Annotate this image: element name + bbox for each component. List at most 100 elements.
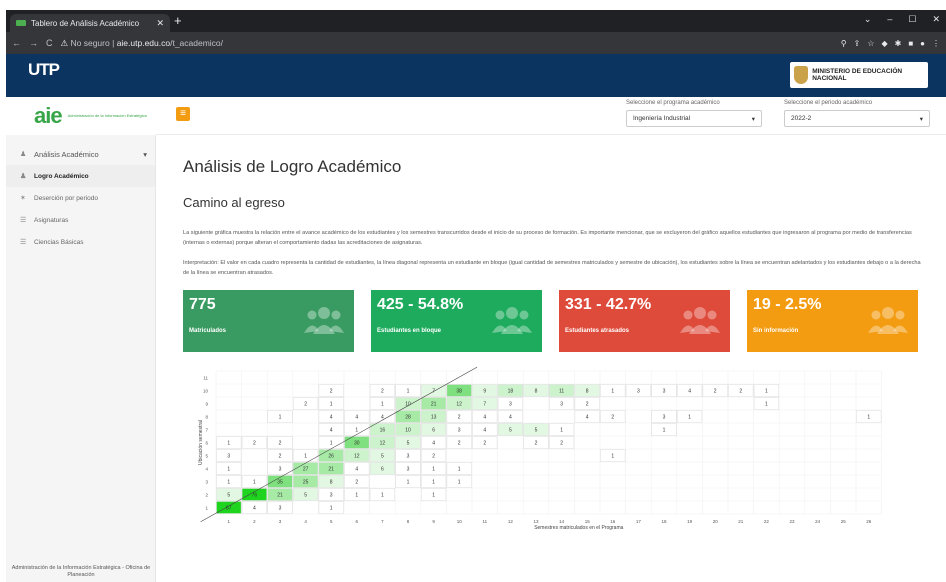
reload-icon[interactable]: C — [46, 38, 53, 48]
maximize-icon[interactable]: ☐ — [908, 14, 916, 25]
cell-label: 4 — [509, 415, 512, 421]
zoom-icon[interactable]: ⚲ — [841, 39, 847, 48]
coat-of-arms-icon — [794, 66, 809, 84]
cell-label: 3 — [509, 402, 512, 408]
url-field[interactable]: ⚠ No seguro | aie.utp.edu.co/t_academico… — [61, 38, 833, 49]
interpretation-text: Interpretación: El valor en cada cuadro … — [183, 260, 921, 276]
menu-toggle-button[interactable]: ≡ — [176, 107, 190, 121]
star-icon[interactable]: ☆ — [867, 39, 874, 48]
x-tick-label: 12 — [508, 519, 514, 524]
card-matriculados: 775 Matriculados — [183, 290, 354, 352]
x-tick-label: 20 — [713, 519, 719, 524]
x-axis-label: Semestres matriculados en el Programa — [534, 525, 623, 531]
sidebar-item-logro-academico[interactable]: ♟ Logro Académico — [6, 165, 155, 187]
cell-label: 1 — [227, 467, 230, 473]
cell-label: 3 — [407, 454, 410, 460]
sidebar-footer: Administración de la Información Estraté… — [11, 564, 151, 579]
x-tick-label: 25 — [841, 519, 847, 524]
walking-icon: ✶ — [20, 195, 26, 202]
back-icon[interactable]: ← — [12, 38, 21, 48]
cell-label: 21 — [277, 493, 283, 499]
share-icon[interactable]: ⇪ — [854, 39, 861, 48]
minimize-icon[interactable]: – — [887, 14, 892, 25]
cell-label: 2 — [253, 441, 256, 447]
cell-label: 1 — [611, 389, 614, 395]
cell-label: 2 — [611, 415, 614, 421]
cell-label: 4 — [330, 428, 333, 434]
cell-label: 2 — [279, 441, 282, 447]
ministerio-logo: MINISTERIO DE EDUCACIÓN NACIONAL — [790, 62, 928, 88]
extensions-area: ⚲ ⇪ ☆ ◆ ✱ ■ ● ⋮ — [841, 39, 940, 48]
profile-icon[interactable]: ● — [920, 39, 925, 48]
cell-label: 8 — [535, 389, 538, 395]
x-tick-label: 19 — [687, 519, 693, 524]
cell-label: 5 — [381, 454, 384, 460]
cell-label: 1 — [330, 506, 333, 512]
user-icon: ♟ — [20, 151, 27, 158]
cell-label: 7 — [483, 402, 486, 408]
menu-icon[interactable]: ⋮ — [932, 39, 940, 48]
sidebar: ♟ Análisis Académico ▾ ♟ Logro Académico ✶ D… — [6, 135, 156, 582]
cell-label: 8 — [330, 480, 333, 486]
forward-icon[interactable]: → — [29, 38, 38, 48]
card-en-bloque: 425 - 54.8% Estudiantes en bloque — [371, 290, 542, 352]
period-label: Seleccione el periodo académico — [784, 100, 873, 106]
y-tick-label: 9 — [205, 402, 208, 407]
period-select[interactable]: 2022-2 ▾ — [784, 110, 930, 127]
aie-logo: aie Administración de la Información Est… — [6, 97, 156, 135]
list-icon: ☰ — [20, 217, 27, 224]
card-label: Matriculados — [189, 328, 227, 334]
cell-label: 1 — [765, 389, 768, 395]
cell-label: 5 — [509, 428, 512, 434]
close-window-icon[interactable]: ✕ — [932, 14, 940, 25]
url-path: /t_academico/ — [170, 37, 224, 48]
new-tab-button[interactable]: + — [174, 13, 182, 28]
cell-label: 2 — [432, 454, 435, 460]
x-tick-label: 14 — [559, 519, 565, 524]
caret-down-icon: ▾ — [751, 115, 755, 123]
sidebar-item-analisis-academico[interactable]: ♟ Análisis Académico ▾ — [6, 143, 155, 165]
cell-label: 5 — [407, 441, 410, 447]
close-tab-icon[interactable]: ✕ — [156, 18, 164, 29]
x-tick-label: 15 — [585, 519, 591, 524]
cell-label: 27 — [303, 467, 309, 473]
description-text: La siguiente gráfica muestra la relación… — [183, 230, 912, 246]
program-select[interactable]: Ingeniería Industrial ▾ — [626, 110, 762, 127]
card-value: 425 - 54.8% — [377, 296, 464, 313]
cell-label: 5 — [535, 428, 538, 434]
sidebar-item-ciencias-basicas[interactable]: ☰ Ciencias Básicas — [6, 231, 155, 253]
cell-label: 12 — [380, 441, 386, 447]
x-tick-label: 8 — [407, 519, 410, 524]
x-tick-label: 23 — [789, 519, 795, 524]
sidebar-item-desercion[interactable]: ✶ Deserción por periodo — [6, 187, 155, 209]
users-icon — [868, 307, 908, 334]
cell-label: 16 — [380, 428, 386, 434]
x-tick-label: 10 — [457, 519, 463, 524]
cell-label: 6 — [381, 467, 384, 473]
tab-search-icon[interactable]: ⌄ — [864, 14, 872, 25]
cell-label: 2 — [304, 402, 307, 408]
puzzle-icon[interactable]: ✱ — [895, 39, 902, 48]
card-sin-informacion: 19 - 2.5% Sin información — [747, 290, 918, 352]
card-value: 331 - 42.7% — [565, 296, 652, 313]
cell-label: 1 — [432, 467, 435, 473]
browser-tab[interactable]: Tablero de Análisis Académico ✕ — [10, 14, 170, 32]
sidebar-item-asignaturas[interactable]: ☰ Asignaturas — [6, 209, 155, 231]
users-icon — [304, 307, 344, 334]
extension-icon[interactable]: ◆ — [881, 39, 887, 48]
cell-label: 4 — [483, 415, 486, 421]
card-value: 19 - 2.5% — [753, 296, 822, 313]
cell-label: 2 — [355, 480, 358, 486]
period-select-group: Seleccione el periodo académico 2022-2 ▾ — [784, 100, 930, 127]
cell-label: 2 — [739, 389, 742, 395]
ministerio-text: MINISTERIO DE EDUCACIÓN NACIONAL — [812, 67, 903, 82]
cell-label: 3 — [279, 467, 282, 473]
list-icon: ☰ — [20, 239, 27, 246]
cell-label: 4 — [330, 415, 333, 421]
sidepanel-icon[interactable]: ■ — [908, 39, 913, 48]
y-tick-label: 8 — [205, 415, 208, 420]
x-tick-label: 2 — [253, 519, 256, 524]
warning-icon: ⚠ — [60, 37, 69, 48]
cell-label: 4 — [355, 415, 358, 421]
url-host: aie.utp.edu.co — [116, 37, 171, 48]
